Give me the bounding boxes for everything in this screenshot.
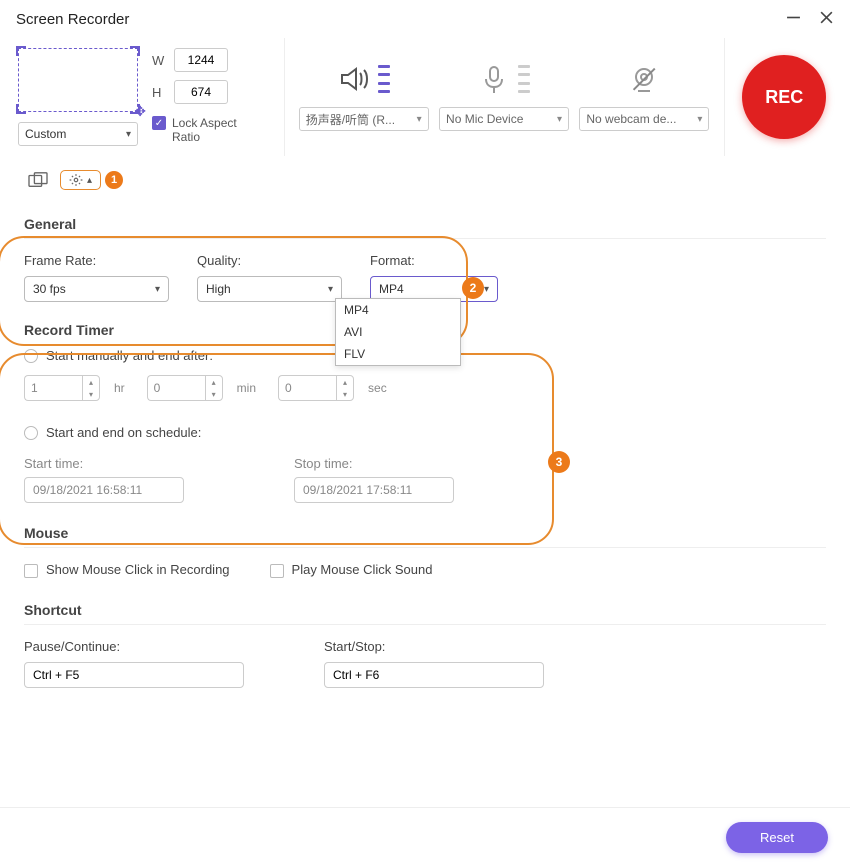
hr-unit: hr bbox=[114, 381, 125, 395]
callout-badge-2: 2 bbox=[462, 277, 484, 299]
format-option-avi[interactable]: AVI bbox=[336, 321, 460, 343]
callout-badge-3: 3 bbox=[548, 451, 570, 473]
minutes-spinner[interactable]: ▴▾ bbox=[147, 375, 223, 401]
manual-radio[interactable] bbox=[24, 349, 38, 363]
subtoolbar: ▴ 1 bbox=[0, 162, 850, 198]
width-input[interactable] bbox=[174, 48, 228, 72]
start-time-input[interactable] bbox=[24, 477, 184, 503]
reset-button[interactable]: Reset bbox=[726, 822, 828, 853]
stop-time-input[interactable] bbox=[294, 477, 454, 503]
format-label: Format: bbox=[370, 253, 498, 268]
webcam-off-icon bbox=[628, 63, 660, 95]
region-panel: ✥ Custom W H ✓ Lock Aspect Ratio bbox=[6, 38, 285, 156]
format-dropdown: MP4 AVI FLV bbox=[335, 298, 461, 366]
start-time-label: Start time: bbox=[24, 456, 184, 471]
pause-shortcut-input[interactable] bbox=[24, 662, 244, 688]
region-preview[interactable]: ✥ bbox=[18, 48, 138, 112]
start-shortcut-input[interactable] bbox=[324, 662, 544, 688]
show-click-option[interactable]: Show Mouse Click in Recording bbox=[24, 562, 230, 578]
gear-icon bbox=[69, 173, 83, 187]
chevron-up-icon: ▴ bbox=[87, 175, 92, 186]
lock-aspect-label: Lock Aspect Ratio bbox=[172, 116, 252, 145]
speaker-level-icon bbox=[378, 65, 390, 93]
mic-select[interactable]: No Mic Device bbox=[439, 107, 569, 131]
callout-badge-1: 1 bbox=[105, 171, 123, 189]
manual-label: Start manually and end after: bbox=[46, 348, 213, 363]
quality-label: Quality: bbox=[197, 253, 342, 268]
play-sound-checkbox[interactable] bbox=[270, 564, 284, 578]
section-shortcut: Shortcut bbox=[24, 592, 826, 625]
min-unit: min bbox=[237, 381, 256, 395]
minimize-button[interactable] bbox=[786, 10, 801, 28]
microphone-icon bbox=[478, 63, 510, 95]
stop-time-label: Stop time: bbox=[294, 456, 454, 471]
settings-area: General 2 Frame Rate: 30 fps Quality: Hi… bbox=[0, 198, 850, 708]
pause-shortcut-label: Pause/Continue: bbox=[24, 639, 244, 654]
webcam-select[interactable]: No webcam de... bbox=[579, 107, 709, 131]
height-input[interactable] bbox=[174, 80, 228, 104]
record-label: REC bbox=[765, 87, 803, 108]
sec-unit: sec bbox=[368, 381, 387, 395]
play-sound-option[interactable]: Play Mouse Click Sound bbox=[270, 562, 433, 578]
close-button[interactable] bbox=[819, 10, 834, 28]
window-title: Screen Recorder bbox=[16, 11, 129, 28]
height-label: H bbox=[152, 85, 166, 100]
schedule-label: Start and end on schedule: bbox=[46, 425, 201, 440]
lock-aspect-checkbox[interactable]: ✓ bbox=[152, 116, 166, 130]
device-panel: 扬声器/听筒 (R... No Mic Device No webcam de.… bbox=[285, 38, 725, 156]
start-shortcut-label: Start/Stop: bbox=[324, 639, 544, 654]
screenshot-icon[interactable] bbox=[24, 168, 52, 192]
quality-select[interactable]: High bbox=[197, 276, 342, 302]
top-panel: ✥ Custom W H ✓ Lock Aspect Ratio bbox=[0, 38, 850, 162]
record-panel: REC bbox=[725, 38, 844, 156]
settings-toggle[interactable]: ▴ bbox=[60, 170, 101, 190]
titlebar: Screen Recorder bbox=[0, 0, 850, 38]
mic-level-icon bbox=[518, 65, 530, 93]
width-label: W bbox=[152, 53, 166, 68]
footer: Reset bbox=[0, 807, 850, 867]
hours-spinner[interactable]: ▴▾ bbox=[24, 375, 100, 401]
frame-rate-label: Frame Rate: bbox=[24, 253, 169, 268]
seconds-spinner[interactable]: ▴▾ bbox=[278, 375, 354, 401]
schedule-radio[interactable] bbox=[24, 426, 38, 440]
format-option-flv[interactable]: FLV bbox=[336, 343, 460, 365]
speaker-icon bbox=[338, 63, 370, 95]
section-mouse: Mouse bbox=[24, 515, 826, 548]
record-button[interactable]: REC bbox=[742, 55, 826, 139]
frame-rate-select[interactable]: 30 fps bbox=[24, 276, 169, 302]
region-size-select[interactable]: Custom bbox=[18, 122, 138, 146]
show-click-checkbox[interactable] bbox=[24, 564, 38, 578]
move-icon: ✥ bbox=[134, 103, 146, 120]
format-option-mp4[interactable]: MP4 bbox=[336, 299, 460, 321]
section-general: General bbox=[24, 206, 826, 239]
speaker-select[interactable]: 扬声器/听筒 (R... bbox=[299, 107, 429, 131]
